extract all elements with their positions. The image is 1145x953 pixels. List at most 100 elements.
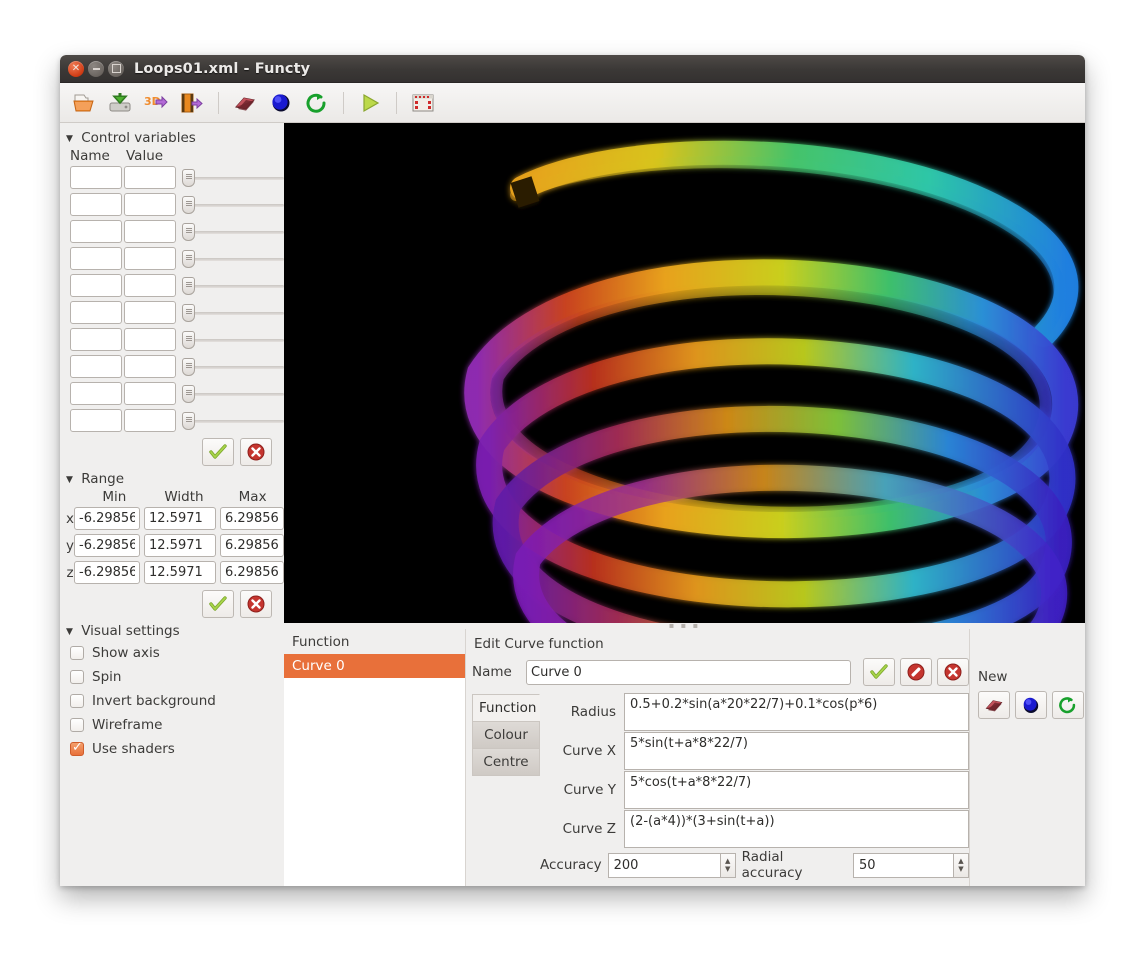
apply-button[interactable] (863, 658, 895, 686)
radial-accuracy-input[interactable] (853, 853, 953, 878)
range-min-input[interactable] (74, 507, 140, 530)
range-section-header[interactable]: ▼ Range (62, 468, 284, 489)
control-variable-slider[interactable] (182, 274, 284, 297)
editor-tab-function[interactable]: Function (472, 694, 540, 721)
slider-handle[interactable] (182, 304, 195, 322)
control-variable-slider[interactable] (182, 301, 284, 324)
export-3d-icon[interactable]: 3D (140, 87, 172, 119)
range-max-input[interactable] (220, 561, 284, 584)
control-variable-value-input[interactable] (124, 355, 176, 378)
delete-button[interactable] (900, 658, 932, 686)
control-variable-value-input[interactable] (124, 274, 176, 297)
radial-accuracy-stepper[interactable]: ▲▼ (853, 853, 969, 878)
open-file-icon[interactable] (68, 87, 100, 119)
new-sphere-icon[interactable] (265, 87, 297, 119)
visual-setting-row[interactable]: Show axis (62, 641, 284, 665)
slider-handle[interactable] (182, 277, 195, 295)
control-variable-name-input[interactable] (70, 166, 122, 189)
formula-input-radius[interactable]: 0.5+0.2*sin(a*20*22/7)+0.1*cos(p*6) (624, 693, 969, 731)
checkbox[interactable] (70, 670, 84, 684)
control-variable-value-input[interactable] (124, 382, 176, 405)
control-variable-slider[interactable] (182, 355, 284, 378)
range-cancel-button[interactable] (240, 590, 272, 618)
control-variable-name-input[interactable] (70, 247, 122, 270)
control-variable-name-input[interactable] (70, 274, 122, 297)
close-editor-button[interactable] (937, 658, 969, 686)
control-variable-name-input[interactable] (70, 220, 122, 243)
slider-handle[interactable] (182, 169, 195, 187)
new-curve-button[interactable] (1052, 691, 1084, 719)
slider-handle[interactable] (182, 250, 195, 268)
maximize-window-icon[interactable] (108, 61, 124, 77)
visual-setting-row[interactable]: Spin (62, 665, 284, 689)
formula-input-curve-x[interactable]: 5*sin(t+a*8*22/7) (624, 732, 969, 770)
control-variable-name-input[interactable] (70, 328, 122, 351)
control-variable-slider[interactable] (182, 328, 284, 351)
save-file-icon[interactable] (104, 87, 136, 119)
slider-handle[interactable] (182, 331, 195, 349)
control-variable-name-input[interactable] (70, 382, 122, 405)
formula-input-curve-z[interactable]: (2-(a*4))*(3+sin(t+a)) (624, 810, 969, 848)
slider-handle[interactable] (182, 223, 195, 241)
function-list-item[interactable]: Curve 0 (284, 654, 465, 678)
export-video-icon[interactable] (176, 87, 208, 119)
control-variables-cancel-button[interactable] (240, 438, 272, 466)
slider-handle[interactable] (182, 385, 195, 403)
control-variable-slider[interactable] (182, 193, 284, 216)
control-variable-name-input[interactable] (70, 301, 122, 324)
control-variable-value-input[interactable] (124, 193, 176, 216)
range-max-input[interactable] (220, 507, 284, 530)
checkbox[interactable] (70, 694, 84, 708)
visual-setting-row[interactable]: Wireframe (62, 713, 284, 737)
control-variable-value-input[interactable] (124, 247, 176, 270)
control-variables-apply-button[interactable] (202, 438, 234, 466)
new-surface-button[interactable] (978, 691, 1010, 719)
accuracy-input[interactable] (608, 853, 720, 878)
control-variable-value-input[interactable] (124, 409, 176, 432)
control-variable-name-input[interactable] (70, 355, 122, 378)
range-min-input[interactable] (74, 561, 140, 584)
editor-tab-centre[interactable]: Centre (472, 748, 540, 776)
slider-handle[interactable] (182, 196, 195, 214)
function-name-input[interactable] (526, 660, 851, 685)
accuracy-spin-arrows[interactable]: ▲▼ (720, 853, 736, 878)
control-variable-slider[interactable] (182, 382, 284, 405)
range-min-input[interactable] (74, 534, 140, 557)
formula-input-curve-y[interactable]: 5*cos(t+a*8*22/7) (624, 771, 969, 809)
range-width-input[interactable] (144, 534, 216, 557)
control-variable-slider[interactable] (182, 166, 284, 189)
control-variable-value-input[interactable] (124, 220, 176, 243)
checkbox[interactable] (70, 646, 84, 660)
control-variable-value-input[interactable] (124, 328, 176, 351)
editor-tab-colour[interactable]: Colour (472, 721, 540, 748)
play-icon[interactable] (354, 87, 386, 119)
control-variable-name-input[interactable] (70, 193, 122, 216)
control-variable-name-input[interactable] (70, 409, 122, 432)
visual-setting-row[interactable]: Use shaders (62, 737, 284, 761)
control-variables-section-header[interactable]: ▼ Control variables (62, 127, 284, 148)
control-variable-value-input[interactable] (124, 166, 176, 189)
visual-setting-row[interactable]: Invert background (62, 689, 284, 713)
visual-settings-section-header[interactable]: ▼ Visual settings (62, 620, 284, 641)
accuracy-stepper[interactable]: ▲▼ (608, 853, 736, 878)
slider-handle[interactable] (182, 358, 195, 376)
control-variable-slider[interactable] (182, 409, 284, 432)
control-variable-slider[interactable] (182, 247, 284, 270)
new-curve-icon[interactable] (301, 87, 333, 119)
slider-handle[interactable] (182, 412, 195, 430)
range-width-input[interactable] (144, 507, 216, 530)
new-sphere-button[interactable] (1015, 691, 1047, 719)
checkbox[interactable] (70, 718, 84, 732)
radial-accuracy-spin-arrows[interactable]: ▲▼ (953, 853, 969, 878)
render-viewport[interactable] (284, 123, 1085, 623)
range-width-input[interactable] (144, 561, 216, 584)
range-max-input[interactable] (220, 534, 284, 557)
new-surface-icon[interactable] (229, 87, 261, 119)
minimize-window-icon[interactable] (88, 61, 104, 77)
close-window-icon[interactable]: ✕ (68, 61, 84, 77)
checkbox[interactable] (70, 742, 84, 756)
control-variable-slider[interactable] (182, 220, 284, 243)
control-variable-value-input[interactable] (124, 301, 176, 324)
screenshot-icon[interactable] (407, 87, 439, 119)
range-apply-button[interactable] (202, 590, 234, 618)
